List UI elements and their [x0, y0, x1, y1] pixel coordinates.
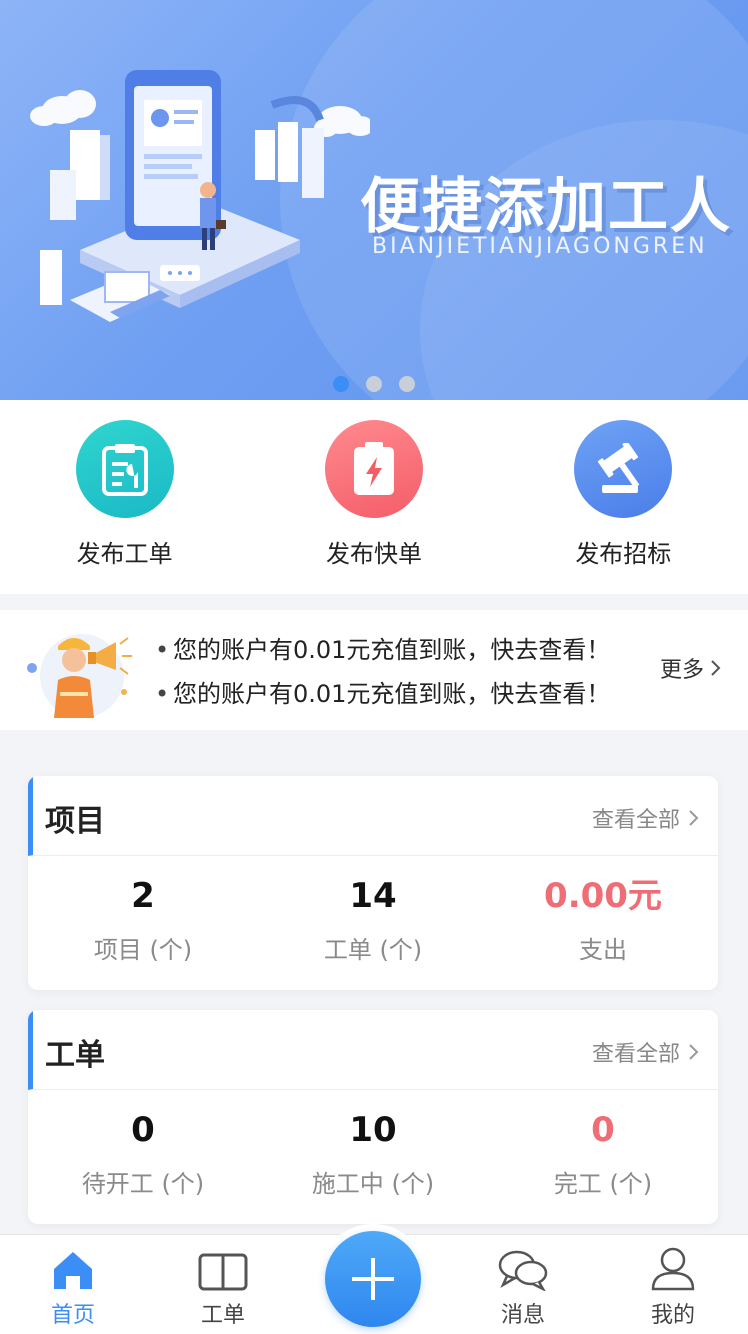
stat-value: 0	[131, 1110, 155, 1150]
stat-projects[interactable]: 2 项目 (个)	[28, 856, 258, 990]
card-header: 项目 查看全部	[28, 776, 718, 856]
banner-title: 便捷添加工人	[360, 172, 732, 242]
stat-label: 支出	[579, 936, 627, 964]
chevron-right-icon	[689, 1044, 699, 1060]
notice-bar: • 您的账户有0.01元充值到账，快去查看！ • 您的账户有0.01元充值到账，快去…	[0, 610, 748, 730]
card-title: 工单	[45, 1038, 105, 1073]
view-all-label: 查看全部	[591, 808, 680, 833]
stat-pending[interactable]: 0 待开工 (个)	[28, 1090, 258, 1224]
action-label: 发布快单	[325, 540, 422, 568]
card-title: 项目	[45, 804, 105, 839]
stat-value: 14	[349, 876, 397, 916]
stat-label: 施工中 (个)	[311, 1170, 435, 1198]
stat-label: 工单 (个)	[323, 936, 423, 964]
chat-bubbles-icon	[498, 1250, 548, 1291]
tab-home[interactable]: 首页	[23, 1247, 123, 1329]
chevron-right-icon	[689, 810, 699, 826]
bullet: •	[155, 636, 170, 664]
carousel-dot-active[interactable]	[332, 376, 349, 392]
quick-actions: 发布工单 发布快单 发布招标	[0, 400, 748, 594]
notice-list: • 您的账户有0.01元充值到账，快去查看！ • 您的账户有0.01元充值到账，快去…	[155, 632, 610, 720]
work-order-summary-card: 工单 查看全部 0 待开工 (个) 10 施工中 (个) 0 完工 (个)	[28, 1010, 718, 1224]
tab-label: 工单	[200, 1303, 245, 1328]
lightning-clipboard-icon	[324, 420, 423, 518]
notice-item[interactable]: • 您的账户有0.01元充值到账，快去查看！	[155, 676, 610, 720]
notice-text: 您的账户有0.01元充值到账，快去查看！	[173, 680, 611, 708]
tab-messages[interactable]: 消息	[473, 1247, 573, 1329]
publish-work-order-button[interactable]: 发布工单	[0, 400, 249, 594]
card-header: 工单 查看全部	[28, 1010, 718, 1090]
home-icon	[54, 1252, 92, 1289]
gavel-icon	[574, 420, 673, 518]
stat-label: 待开工 (个)	[81, 1170, 205, 1198]
banner-subtitle: BIANJIETIANJIAGONGREN	[372, 234, 708, 259]
stat-value: 2	[131, 876, 155, 916]
notice-text: 您的账户有0.01元充值到账，快去查看！	[173, 636, 611, 664]
tab-label: 首页	[50, 1303, 95, 1328]
stat-label: 完工 (个)	[553, 1170, 653, 1198]
banner-illustration	[30, 70, 370, 322]
plus-icon	[325, 1231, 421, 1327]
tab-label: 我的	[650, 1303, 695, 1328]
stat-completed[interactable]: 0 完工 (个)	[488, 1090, 718, 1224]
view-all-label: 查看全部	[591, 1042, 680, 1067]
stat-in-progress[interactable]: 10 施工中 (个)	[258, 1090, 488, 1224]
project-summary-card: 项目 查看全部 2 项目 (个) 14 工单 (个) 0.00元 支出	[28, 776, 718, 990]
stat-work-orders[interactable]: 14 工单 (个)	[258, 856, 488, 990]
carousel-dot[interactable]	[399, 376, 416, 392]
chevron-right-icon	[711, 660, 721, 676]
stat-expense[interactable]: 0.00元 支出	[488, 856, 718, 990]
stats-row: 2 项目 (个) 14 工单 (个) 0.00元 支出	[28, 856, 718, 990]
notice-item[interactable]: • 您的账户有0.01元充值到账，快去查看！	[155, 632, 610, 676]
tab-me[interactable]: 我的	[623, 1247, 723, 1329]
stat-value: 0.00元	[544, 876, 662, 916]
view-all-projects-link[interactable]: 查看全部	[592, 802, 700, 834]
stat-value: 0	[591, 1110, 615, 1150]
view-all-orders-link[interactable]: 查看全部	[592, 1036, 700, 1068]
clipboard-wrench-icon	[75, 420, 174, 518]
user-icon	[651, 1247, 695, 1291]
action-label: 发布工单	[76, 540, 173, 568]
notice-more-link[interactable]: 更多	[660, 652, 722, 684]
stat-label: 项目 (个)	[93, 936, 193, 964]
tab-orders[interactable]: 工单	[173, 1247, 273, 1329]
publish-quick-order-button[interactable]: 发布快单	[249, 400, 498, 594]
book-icon	[198, 1253, 248, 1291]
action-label: 发布招标	[575, 540, 672, 568]
publish-tender-button[interactable]: 发布招标	[499, 400, 748, 594]
bullet: •	[155, 680, 170, 708]
stat-value: 10	[349, 1110, 397, 1150]
add-button[interactable]	[318, 1224, 428, 1334]
more-label: 更多	[659, 658, 704, 683]
tab-label: 消息	[500, 1303, 545, 1328]
banner-carousel[interactable]: 便捷添加工人 BIANJIETIANJIAGONGREN	[0, 0, 748, 400]
carousel-indicator	[0, 376, 748, 396]
carousel-dot[interactable]	[366, 376, 382, 392]
megaphone-worker-icon	[27, 634, 132, 718]
stats-row: 0 待开工 (个) 10 施工中 (个) 0 完工 (个)	[28, 1090, 718, 1224]
